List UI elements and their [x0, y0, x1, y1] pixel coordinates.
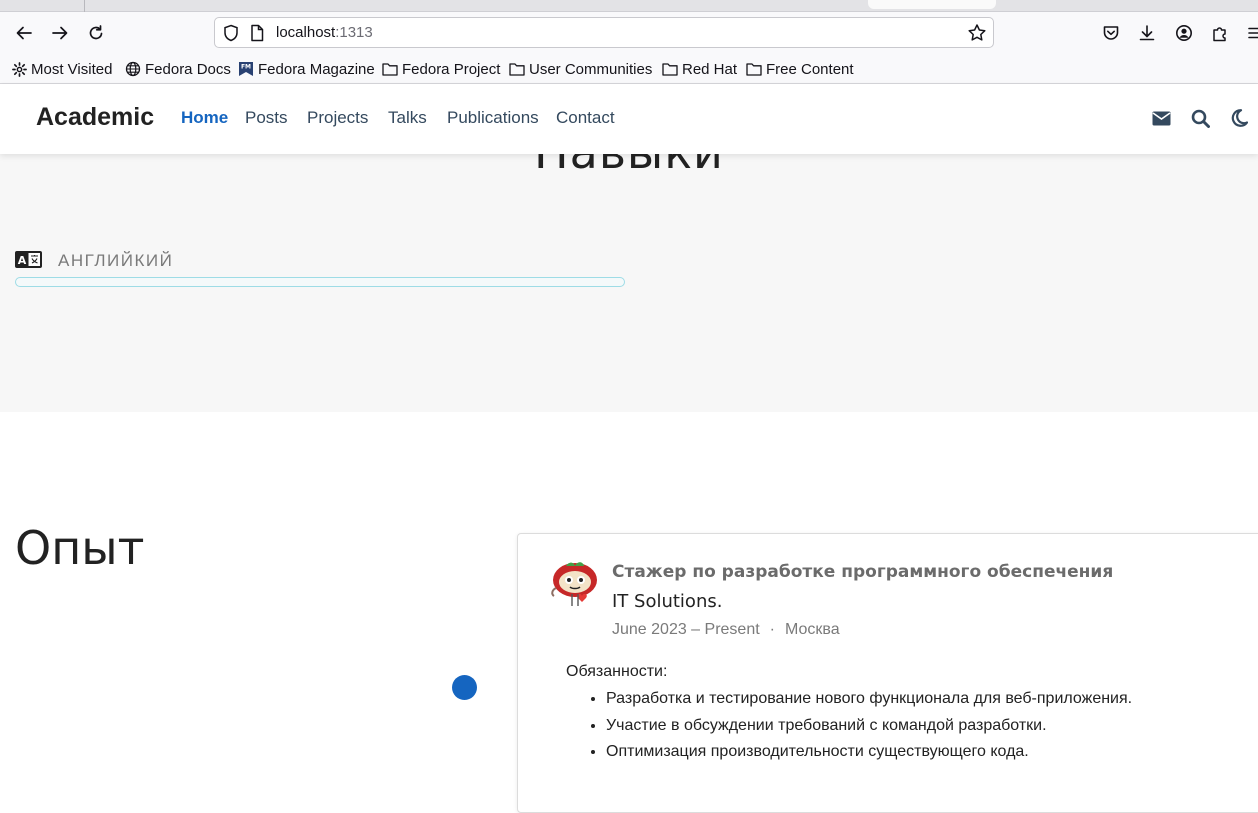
- bookmarks-toolbar: Most Visited Fedora Docs FM Fedora Magaz…: [0, 54, 1258, 84]
- experience-heading: Опыт: [15, 521, 145, 575]
- svg-text:A: A: [18, 254, 27, 267]
- folder-icon: [746, 63, 762, 76]
- duty-item: Разработка и тестирование нового функцио…: [606, 688, 1132, 715]
- menu-icon[interactable]: [1243, 20, 1258, 46]
- job-meta: June 2023 – Present · Москва: [612, 621, 840, 639]
- company-name: IT Solutions.: [612, 591, 723, 612]
- bookmark-fedora-project[interactable]: Fedora Project: [382, 59, 500, 79]
- tab-separator: [84, 0, 85, 12]
- skills-heading: Навыки: [0, 154, 1258, 179]
- job-title: Стажер по разработке программного обеспе…: [612, 562, 1114, 582]
- url-port: :1313: [335, 24, 373, 41]
- back-icon[interactable]: [11, 20, 37, 46]
- bookmark-fedora-magazine[interactable]: FM Fedora Magazine: [238, 59, 375, 79]
- browser-toolbar: localhost:1313: [0, 12, 1258, 54]
- duties-label: Обязанности:: [566, 663, 668, 680]
- bookmark-most-visited[interactable]: Most Visited: [12, 59, 112, 79]
- gear-icon: [12, 61, 27, 77]
- extensions-icon[interactable]: [1207, 20, 1233, 46]
- timeline-dot: [452, 675, 477, 700]
- pocket-icon[interactable]: [1098, 20, 1124, 46]
- skills-section: Навыки A АНГЛИЙКИЙ: [0, 154, 1258, 412]
- duty-item: Оптимизация производительности существую…: [606, 741, 1132, 768]
- site-brand[interactable]: Academic: [36, 103, 154, 132]
- globe-icon: [125, 61, 141, 77]
- url-host: localhost: [276, 24, 336, 41]
- site-navbar: Academic Home Posts Projects Talks Publi…: [0, 84, 1258, 154]
- account-icon[interactable]: [1171, 20, 1197, 46]
- folder-icon: [662, 63, 678, 76]
- moon-icon[interactable]: [1228, 107, 1250, 129]
- bookmark-free-content[interactable]: Free Content: [746, 59, 854, 79]
- page-info-icon[interactable]: [249, 24, 265, 46]
- experience-card: Стажер по разработке программного обеспе…: [517, 533, 1258, 813]
- active-tab[interactable]: [868, 0, 996, 9]
- bookmark-label: Fedora Magazine: [258, 60, 375, 78]
- bookmark-label: Most Visited: [31, 60, 113, 78]
- bookmark-user-communities[interactable]: User Communities: [509, 59, 652, 79]
- language-icon: A: [15, 251, 42, 272]
- tab-strip: [0, 0, 1258, 12]
- bookmark-label: Free Content: [766, 60, 854, 78]
- bookmark-label: Fedora Project: [402, 60, 501, 78]
- nav-posts[interactable]: Posts: [245, 108, 288, 128]
- skill-progress-bar: [15, 277, 625, 287]
- bookmark-label: Fedora Docs: [145, 60, 231, 78]
- duty-item: Участие в обсуждении требований с команд…: [606, 715, 1132, 742]
- url-bar[interactable]: localhost:1313: [214, 17, 994, 48]
- bookmark-label: User Communities: [529, 60, 653, 78]
- job-dates: June 2023 – Present: [612, 621, 760, 638]
- bookmark-label: Red Hat: [682, 60, 738, 78]
- nav-contact[interactable]: Contact: [556, 108, 615, 128]
- forward-icon[interactable]: [47, 20, 73, 46]
- nav-home[interactable]: Home: [181, 108, 228, 128]
- nav-projects[interactable]: Projects: [307, 108, 368, 128]
- folder-icon: [382, 63, 398, 76]
- svg-text:FM: FM: [241, 64, 251, 71]
- tracking-protection-shield-icon[interactable]: [222, 24, 240, 46]
- duties-list: Разработка и тестирование нового функцио…: [606, 688, 1132, 768]
- reload-icon[interactable]: [83, 20, 109, 46]
- meta-separator: ·: [769, 621, 775, 638]
- bookmark-red-hat[interactable]: Red Hat: [662, 59, 737, 79]
- skill-name: АНГЛИЙКИЙ: [58, 251, 174, 270]
- company-logo: [551, 562, 597, 606]
- bookmark-star-icon[interactable]: [967, 23, 987, 47]
- envelope-icon[interactable]: [1150, 107, 1172, 129]
- job-location: Москва: [785, 621, 840, 638]
- search-icon[interactable]: [1189, 107, 1211, 129]
- folder-icon: [509, 63, 525, 76]
- nav-publications[interactable]: Publications: [447, 108, 539, 128]
- bookmark-fedora-docs[interactable]: Fedora Docs: [125, 59, 231, 79]
- fedora-magazine-icon: FM: [239, 62, 253, 76]
- nav-talks[interactable]: Talks: [388, 108, 427, 128]
- downloads-icon[interactable]: [1134, 20, 1160, 46]
- url-text[interactable]: localhost:1313: [276, 24, 373, 41]
